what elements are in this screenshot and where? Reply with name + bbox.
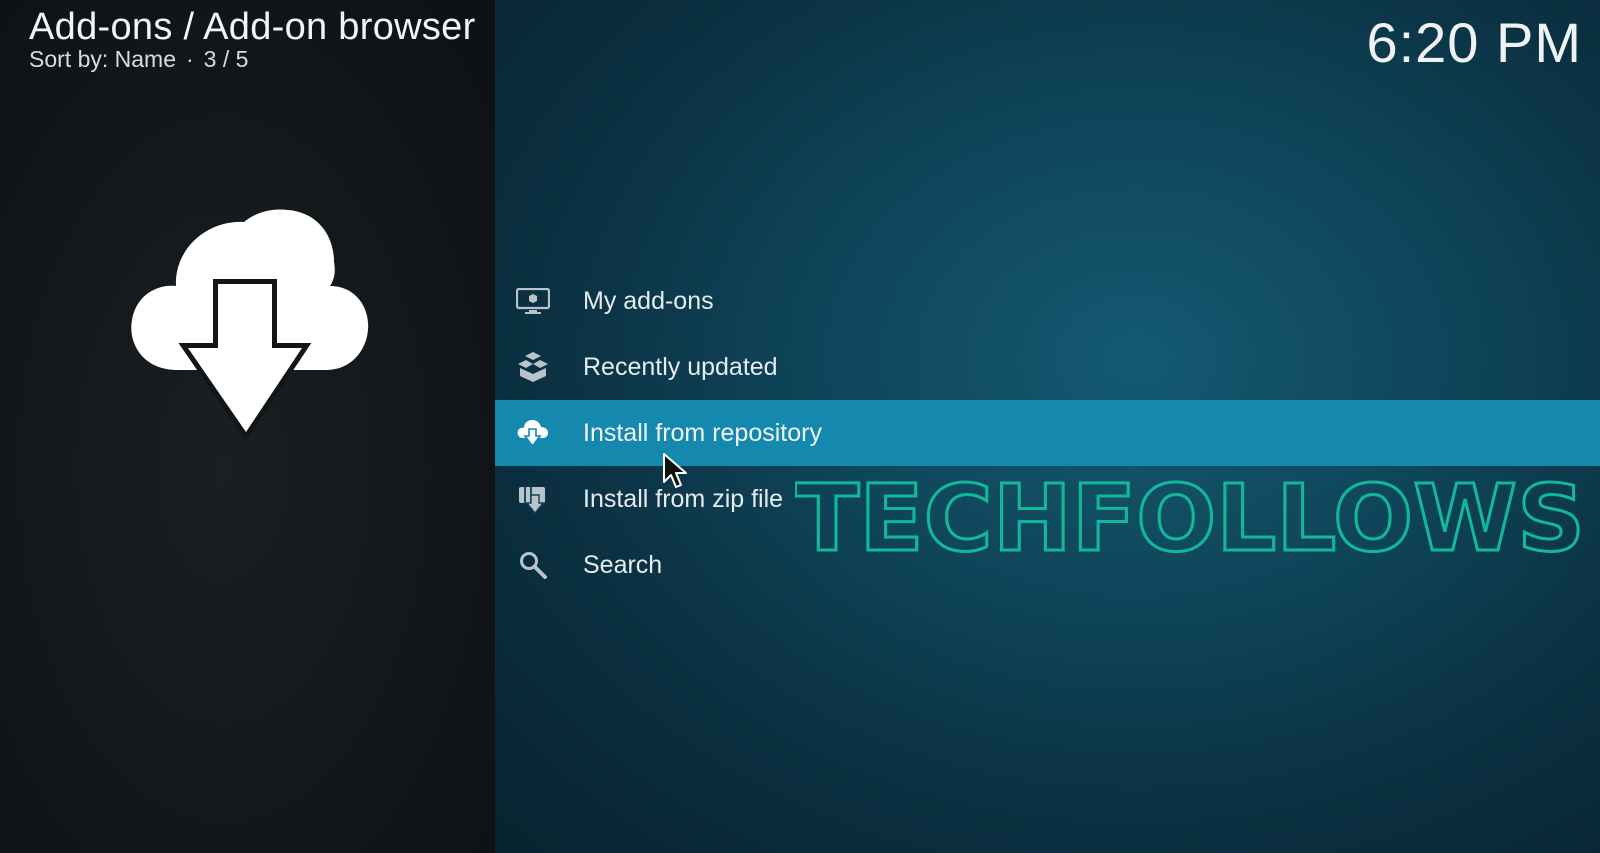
cloud-download-icon (131, 209, 369, 441)
menu-item-my-addons[interactable]: My add-ons (495, 268, 1600, 334)
watermark-text: TECHFOLLOWS (795, 468, 1585, 568)
cloud-download-icon (516, 416, 550, 450)
search-icon (516, 548, 550, 582)
sort-label: Sort by: Name (29, 46, 176, 72)
zip-install-icon (516, 482, 550, 516)
clock: 6:20 PM (1366, 11, 1582, 74)
menu-item-label: Recently updated (583, 353, 778, 381)
item-position: 3 / 5 (203, 46, 249, 72)
mouse-cursor (663, 453, 687, 488)
menu-item-label: My add-ons (583, 287, 714, 315)
sort-info: Sort by: Name · 3 / 5 (29, 46, 248, 73)
separator: · (186, 46, 194, 72)
preview-panel (0, 0, 495, 853)
menu-item-label: Search (583, 551, 663, 579)
menu-item-recently-updated[interactable]: Recently updated (495, 334, 1600, 400)
breadcrumb: Add-ons / Add-on browser (29, 6, 476, 48)
boxes-icon (516, 350, 550, 384)
menu-item-install-from-repository[interactable]: Install from repository (495, 400, 1600, 466)
watermark: TECHFOLLOWS (795, 468, 1585, 568)
monitor-box-icon (516, 284, 550, 318)
menu-item-label: Install from repository (583, 419, 822, 447)
